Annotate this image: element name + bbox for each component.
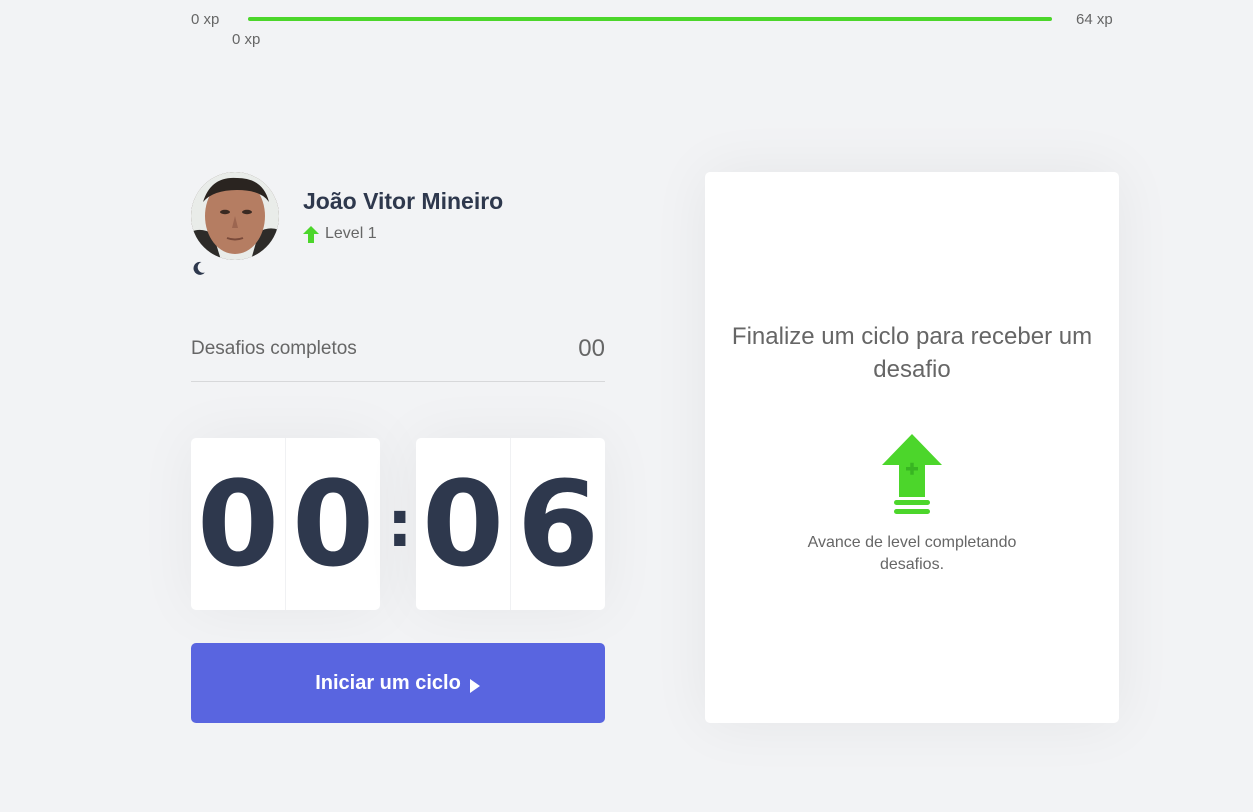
xp-progress-fill	[248, 17, 1052, 21]
completed-challenges: Desafios completos 00	[191, 335, 605, 382]
level-up-icon	[881, 434, 943, 516]
minutes-tens-digit: 0	[191, 438, 286, 610]
countdown: 0 0 : 0 6	[191, 438, 605, 610]
avatar	[191, 172, 279, 260]
minutes-ones-digit: 0	[291, 455, 375, 593]
challenge-description: Avance de level completando desafios.	[807, 534, 1017, 573]
level-row: Level 1	[303, 225, 377, 243]
level-up-arrow-icon	[303, 225, 319, 243]
start-cycle-label: Iniciar um ciclo	[315, 671, 461, 694]
countdown-seconds: 0 6	[416, 438, 605, 610]
moon-icon[interactable]	[191, 260, 207, 276]
level-label: Level 1	[325, 225, 377, 242]
xp-current-label: 0 xp	[232, 31, 261, 48]
start-cycle-button[interactable]: Iniciar um ciclo	[191, 643, 605, 723]
countdown-separator: :	[387, 488, 413, 562]
seconds-ones-digit: 6	[516, 455, 600, 593]
profile-name: João Vitor Mineiro	[303, 188, 504, 214]
challenge-box: Finalize um ciclo para receber um desafi…	[705, 172, 1119, 723]
app-page: 0 xp 0 xp 64 xp João Vitor Mineiro Level…	[0, 0, 1253, 812]
countdown-minutes: 0 0	[191, 438, 380, 610]
completed-challenges-value: 00	[578, 335, 605, 362]
xp-max-label: 64 xp	[1076, 11, 1113, 28]
challenge-title: Finalize um ciclo para receber um desafi…	[731, 323, 1093, 383]
xp-min-label: 0 xp	[191, 11, 220, 28]
play-icon	[469, 676, 481, 693]
xp-progress-track	[248, 17, 1052, 21]
completed-challenges-label: Desafios completos	[191, 338, 357, 359]
seconds-tens-digit: 0	[416, 438, 511, 610]
